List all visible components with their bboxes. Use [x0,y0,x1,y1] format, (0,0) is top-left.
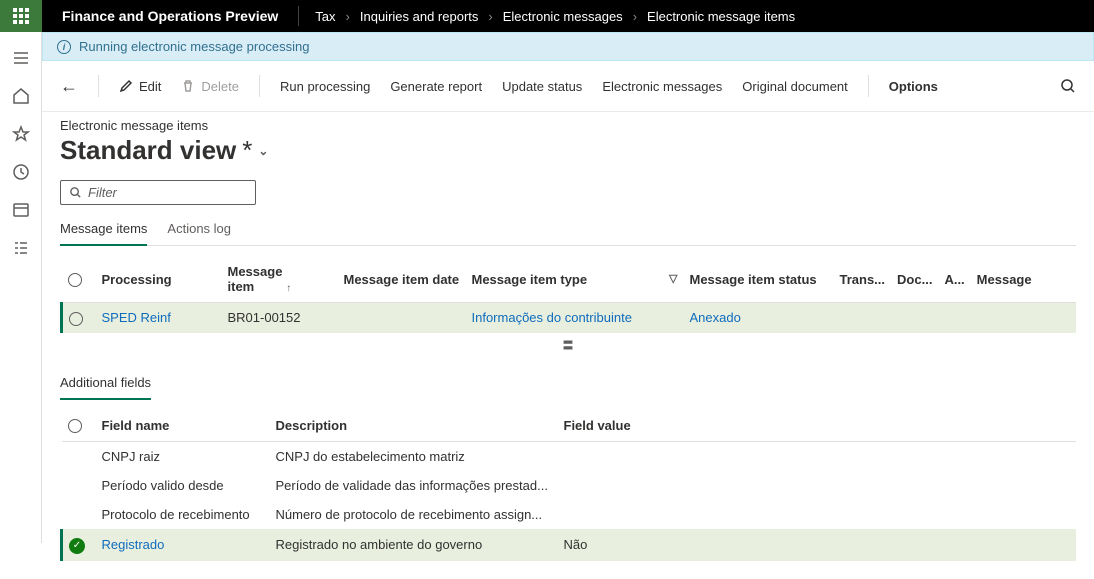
app-launcher[interactable] [0,0,42,32]
checkmark-icon: ✓ [69,538,85,554]
message-items-grid: Processing Message item↑ Message item da… [60,256,1076,333]
original-document-button[interactable]: Original document [742,79,848,94]
breadcrumb-item[interactable]: Electronic message items [647,9,795,24]
options-button[interactable]: Options [889,79,938,94]
trash-icon [181,79,195,93]
tab-actions-log[interactable]: Actions log [167,217,231,245]
processing-link[interactable]: SPED Reinf [102,310,171,325]
field-name-link[interactable]: Registrado [102,537,165,552]
home-icon[interactable] [11,86,31,106]
breadcrumb: Tax › Inquiries and reports › Electronic… [299,9,795,24]
page-subtitle: Electronic message items [60,118,1076,133]
table-row[interactable]: SPED Reinf BR01-00152 Informações do con… [62,303,1077,333]
message-item-type-link[interactable]: Informações do contribuinte [472,310,632,325]
table-row[interactable]: Período valido desde Período de validade… [62,471,1077,500]
update-status-button[interactable]: Update status [502,79,582,94]
filter-icon[interactable]: ▽ [669,272,677,285]
modules-icon[interactable] [11,238,31,258]
col-processing[interactable]: Processing [96,256,222,303]
breadcrumb-item[interactable]: Electronic messages [503,9,623,24]
edit-button[interactable]: Edit [119,79,161,94]
table-row[interactable]: CNPJ raiz CNPJ do estabelecimento matriz [62,442,1077,472]
section-additional-fields[interactable]: Additional fields [60,371,151,400]
notification-text: Running electronic message processing [79,39,310,54]
col-message-item-status[interactable]: Message item status [684,256,834,303]
table-row[interactable]: ✓ Registrado Registrado no ambiente do g… [62,529,1077,561]
chevron-right-icon: › [633,9,637,24]
col-trans[interactable]: Trans... [834,256,892,303]
chevron-right-icon: › [488,9,492,24]
filter-input[interactable]: Filter [60,180,256,205]
search-icon [1060,78,1076,94]
col-doc[interactable]: Doc... [891,256,938,303]
col-message[interactable]: Message [971,256,1076,303]
page-title[interactable]: Standard view * ⌄ [60,135,1076,166]
waffle-icon [13,8,29,24]
modified-indicator: * [242,135,252,166]
sort-asc-icon: ↑ [286,283,291,294]
select-all-checkbox[interactable] [68,419,82,433]
message-item-status-link[interactable]: Anexado [690,310,741,325]
resize-handle[interactable]: 〓 [60,333,1076,357]
col-field-value[interactable]: Field value [558,410,1077,442]
select-all-checkbox[interactable] [68,273,82,287]
breadcrumb-item[interactable]: Inquiries and reports [360,9,479,24]
breadcrumb-item[interactable]: Tax [315,9,335,24]
app-title: Finance and Operations Preview [42,8,298,24]
col-message-item-type[interactable]: Message item type▽ [466,256,684,303]
search-button[interactable] [1060,78,1076,94]
menu-icon[interactable] [11,48,31,68]
additional-fields-grid: Field name Description Field value CNPJ … [60,410,1076,561]
col-description[interactable]: Description [270,410,558,442]
notification-bar: i Running electronic message processing [42,32,1094,61]
message-item-value: BR01-00152 [228,310,301,325]
tab-message-items[interactable]: Message items [60,217,147,246]
chevron-down-icon: ⌄ [258,144,268,158]
search-icon [69,186,82,199]
col-message-item[interactable]: Message item↑ [222,256,338,303]
generate-report-button[interactable]: Generate report [390,79,482,94]
workspaces-icon[interactable] [11,200,31,220]
pencil-icon [119,79,133,93]
star-icon[interactable] [11,124,31,144]
info-icon: i [57,40,71,54]
recent-icon[interactable] [11,162,31,182]
col-message-item-date[interactable]: Message item date [338,256,466,303]
electronic-messages-button[interactable]: Electronic messages [602,79,722,94]
delete-button[interactable]: Delete [181,79,239,94]
row-checkbox[interactable] [69,312,83,326]
run-processing-button[interactable]: Run processing [280,79,370,94]
col-a[interactable]: A... [938,256,970,303]
col-field-name[interactable]: Field name [96,410,270,442]
back-button[interactable]: ← [60,76,78,97]
chevron-right-icon: › [346,9,350,24]
table-row[interactable]: Protocolo de recebimento Número de proto… [62,500,1077,529]
